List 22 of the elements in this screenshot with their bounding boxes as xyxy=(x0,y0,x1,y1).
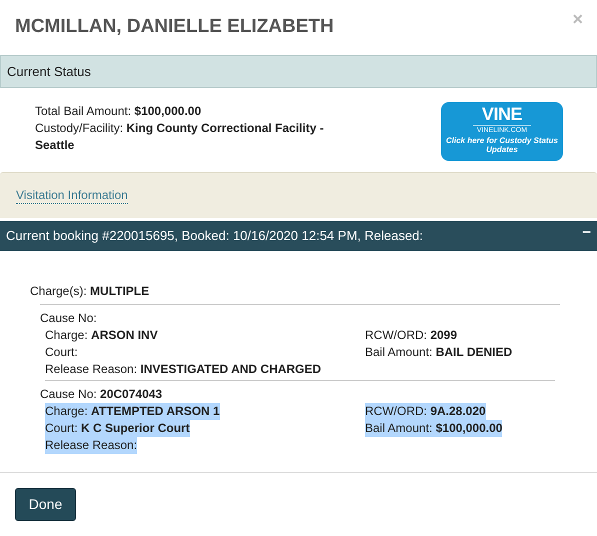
charge-field: Release Reason: xyxy=(45,437,138,454)
charge-field: Bail Amount: $100,000.00 xyxy=(365,420,502,437)
dialog-title: MCMILLAN, DANIELLE ELIZABETH xyxy=(15,15,334,39)
done-button[interactable]: Done xyxy=(15,488,76,521)
visitation-link[interactable]: Visitation Information xyxy=(16,188,128,204)
collapse-toggle[interactable]: − xyxy=(582,224,591,240)
cause-number: Cause No: xyxy=(40,310,98,327)
charge-field: Court: xyxy=(45,344,78,361)
booking-title: Current booking #220015695, Booked: 10/16/2020 12:54 PM, Released: xyxy=(6,227,424,246)
charge-field: Release Reason: INVESTIGATED AND CHARGED xyxy=(45,361,322,378)
status-line: Total Bail Amount: $100,000.00 xyxy=(35,103,202,120)
charge-field: Charge: ARSON INV xyxy=(45,327,158,344)
charge-field: Charge: ATTEMPTED ARSON 1 xyxy=(45,403,220,420)
section-header: Current Status xyxy=(0,55,597,88)
status-line: Custody/Facility: King County Correctional Facility - Seattle xyxy=(35,120,325,154)
cause-number: Cause No: 20C074043 xyxy=(40,386,164,403)
charge-field: Court: K C Superior Court xyxy=(45,420,190,437)
charge-field: RCW/ORD: 2099 xyxy=(365,327,458,344)
booking-header[interactable]: Current booking #220015695, Booked: 10/16/2020 12:54 PM, Released: − xyxy=(0,221,597,251)
charges-summary: Charge(s): MULTIPLE xyxy=(29,283,150,299)
charge-field: Bail Amount: BAIL DENIED xyxy=(365,344,512,361)
charge-field: RCW/ORD: 9A.28.020 xyxy=(365,403,486,420)
